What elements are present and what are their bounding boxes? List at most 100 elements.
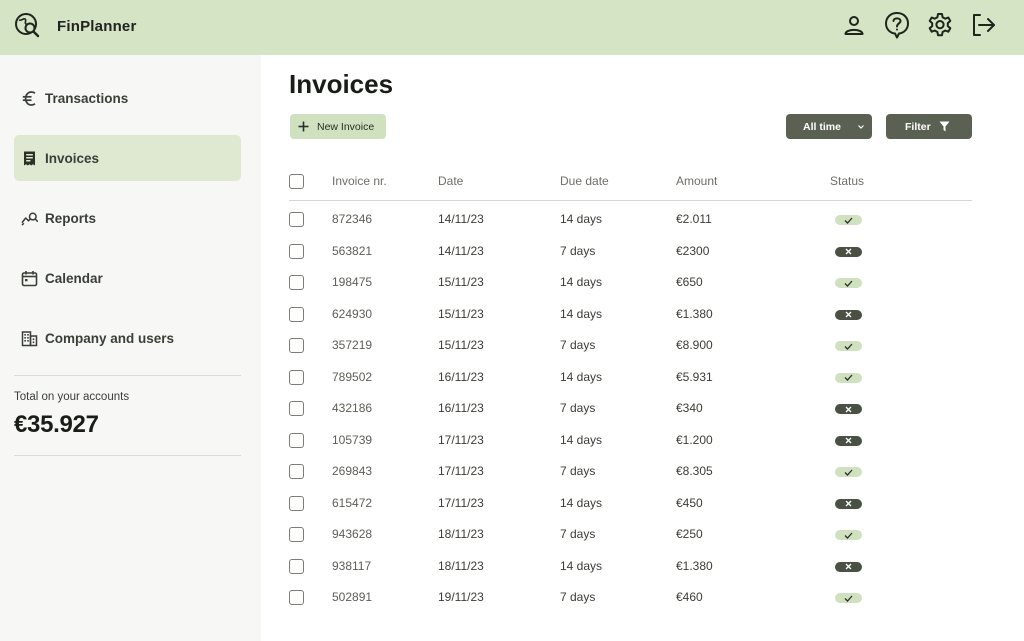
filter-label: Filter bbox=[905, 120, 931, 133]
sidebar-item-transactions[interactable]: Transactions bbox=[14, 75, 241, 121]
select-all-checkbox[interactable] bbox=[289, 174, 304, 189]
table-row[interactable]: 357219 15/11/23 7 days €8.900 bbox=[289, 327, 972, 359]
chevron-down-icon bbox=[857, 122, 865, 130]
table-row[interactable]: 615472 17/11/23 14 days €450 bbox=[289, 485, 972, 517]
table-row[interactable]: 563821 14/11/23 7 days €2300 bbox=[289, 233, 972, 265]
close-icon bbox=[845, 248, 852, 255]
table-header: Invoice nr. Date Due date Amount Status bbox=[289, 165, 972, 201]
status-badge bbox=[835, 309, 862, 320]
gear-icon[interactable] bbox=[927, 11, 953, 39]
invoice-amount: €460 bbox=[676, 590, 703, 604]
row-checkbox[interactable] bbox=[289, 495, 304, 511]
row-checkbox[interactable] bbox=[289, 558, 304, 574]
invoice-number: 105739 bbox=[332, 432, 373, 447]
close-icon bbox=[845, 500, 852, 507]
invoice-amount: €1.380 bbox=[676, 306, 713, 321]
row-checkbox[interactable] bbox=[289, 401, 304, 416]
brand[interactable]: FinPlanner bbox=[14, 12, 137, 40]
table-row[interactable]: 432186 16/11/23 7 days €340 bbox=[289, 390, 972, 422]
table-row[interactable]: 872346 14/11/23 14 days €2.011 bbox=[289, 201, 972, 233]
status-badge bbox=[835, 404, 862, 414]
close-icon bbox=[845, 563, 852, 570]
filter-icon bbox=[939, 121, 950, 132]
user-icon[interactable] bbox=[841, 11, 867, 39]
close-icon bbox=[845, 311, 852, 318]
invoices-table: Invoice nr. Date Due date Amount Status … bbox=[289, 165, 972, 611]
sidebar-item-invoices[interactable]: Invoices bbox=[14, 135, 241, 181]
check-icon bbox=[844, 374, 853, 381]
column-header-amount[interactable]: Amount bbox=[676, 174, 717, 188]
column-header-date[interactable]: Date bbox=[438, 174, 463, 188]
invoice-due-date: 7 days bbox=[560, 527, 596, 541]
table-row[interactable]: 938117 18/11/23 14 days €1.380 bbox=[289, 548, 972, 580]
table-row[interactable]: 943628 18/11/23 7 days €250 bbox=[289, 516, 972, 548]
status-badge bbox=[835, 246, 862, 257]
sidebar-item-calendar[interactable]: Calendar bbox=[14, 255, 241, 301]
sidebar-item-company-and-users[interactable]: Company and users bbox=[14, 315, 241, 361]
column-header-invoice[interactable]: Invoice nr. bbox=[332, 174, 387, 188]
invoice-date: 17/11/23 bbox=[438, 495, 484, 510]
row-checkbox[interactable] bbox=[289, 243, 304, 259]
status-badge bbox=[835, 561, 862, 572]
invoice-amount: €5.931 bbox=[676, 369, 713, 384]
sidebar-item-reports[interactable]: Reports bbox=[14, 195, 241, 241]
main-content: Invoices New Invoice All time Filter Inv… bbox=[261, 55, 1024, 641]
logout-icon[interactable] bbox=[970, 11, 996, 39]
divider bbox=[14, 375, 241, 376]
help-icon[interactable] bbox=[884, 11, 910, 39]
invoice-date: 15/11/23 bbox=[438, 306, 484, 321]
invoice-due-date: 7 days bbox=[560, 464, 596, 478]
sidebar-item-label: Invoices bbox=[45, 150, 100, 166]
row-checkbox[interactable] bbox=[289, 275, 304, 290]
invoice-amount: €2300 bbox=[676, 243, 710, 258]
invoice-number: 789502 bbox=[332, 369, 373, 384]
table-row[interactable]: 789502 16/11/23 14 days €5.931 bbox=[289, 359, 972, 391]
status-badge bbox=[835, 215, 862, 225]
status-badge bbox=[835, 530, 862, 540]
invoice-number: 624930 bbox=[332, 306, 373, 321]
row-checkbox[interactable] bbox=[289, 590, 304, 605]
sidebar: Transactions Invoices Reports Calendar C… bbox=[0, 55, 261, 641]
new-invoice-button[interactable]: New Invoice bbox=[290, 114, 386, 139]
sidebar-item-label: Company and users bbox=[45, 330, 175, 346]
check-icon bbox=[844, 595, 853, 602]
plus-icon bbox=[298, 121, 310, 133]
receipt-icon bbox=[21, 150, 38, 167]
period-label: All time bbox=[803, 120, 841, 133]
row-checkbox[interactable] bbox=[289, 369, 304, 385]
row-checkbox[interactable] bbox=[289, 212, 304, 227]
row-checkbox[interactable] bbox=[289, 464, 304, 479]
app-name: FinPlanner bbox=[57, 17, 137, 35]
table-row[interactable]: 105739 17/11/23 14 days €1.200 bbox=[289, 422, 972, 454]
invoice-date: 17/11/23 bbox=[438, 432, 484, 447]
invoice-number: 938117 bbox=[332, 558, 372, 573]
status-badge bbox=[835, 498, 862, 509]
chart-search-icon bbox=[21, 210, 38, 227]
row-checkbox[interactable] bbox=[289, 338, 304, 353]
invoice-number: 502891 bbox=[332, 590, 373, 604]
divider bbox=[14, 455, 241, 456]
invoice-number: 615472 bbox=[332, 495, 373, 510]
invoice-due-date: 7 days bbox=[560, 338, 596, 352]
table-row[interactable]: 624930 15/11/23 14 days €1.380 bbox=[289, 296, 972, 328]
page-title: Invoices bbox=[289, 69, 394, 99]
column-header-due-date[interactable]: Due date bbox=[560, 174, 609, 188]
period-select[interactable]: All time bbox=[786, 114, 872, 139]
check-icon bbox=[844, 343, 853, 350]
row-checkbox[interactable] bbox=[289, 432, 304, 448]
invoice-due-date: 7 days bbox=[560, 590, 596, 604]
invoice-date: 14/11/23 bbox=[438, 212, 484, 226]
table-body: 872346 14/11/23 14 days €2.011 563821 14/11/2… bbox=[289, 201, 972, 611]
sidebar-item-label: Reports bbox=[45, 210, 97, 226]
table-row[interactable]: 198475 15/11/23 14 days €650 bbox=[289, 264, 972, 296]
row-checkbox[interactable] bbox=[289, 306, 304, 322]
row-checkbox[interactable] bbox=[289, 527, 304, 542]
invoice-number: 198475 bbox=[332, 275, 373, 289]
table-row[interactable]: 269843 17/11/23 7 days €8.305 bbox=[289, 453, 972, 485]
column-header-status[interactable]: Status bbox=[830, 174, 864, 188]
building-icon bbox=[21, 330, 38, 347]
table-row[interactable]: 502891 19/11/23 7 days €460 bbox=[289, 579, 972, 611]
calendar-icon bbox=[21, 270, 38, 287]
filter-button[interactable]: Filter bbox=[886, 114, 972, 139]
invoice-number: 943628 bbox=[332, 527, 373, 541]
